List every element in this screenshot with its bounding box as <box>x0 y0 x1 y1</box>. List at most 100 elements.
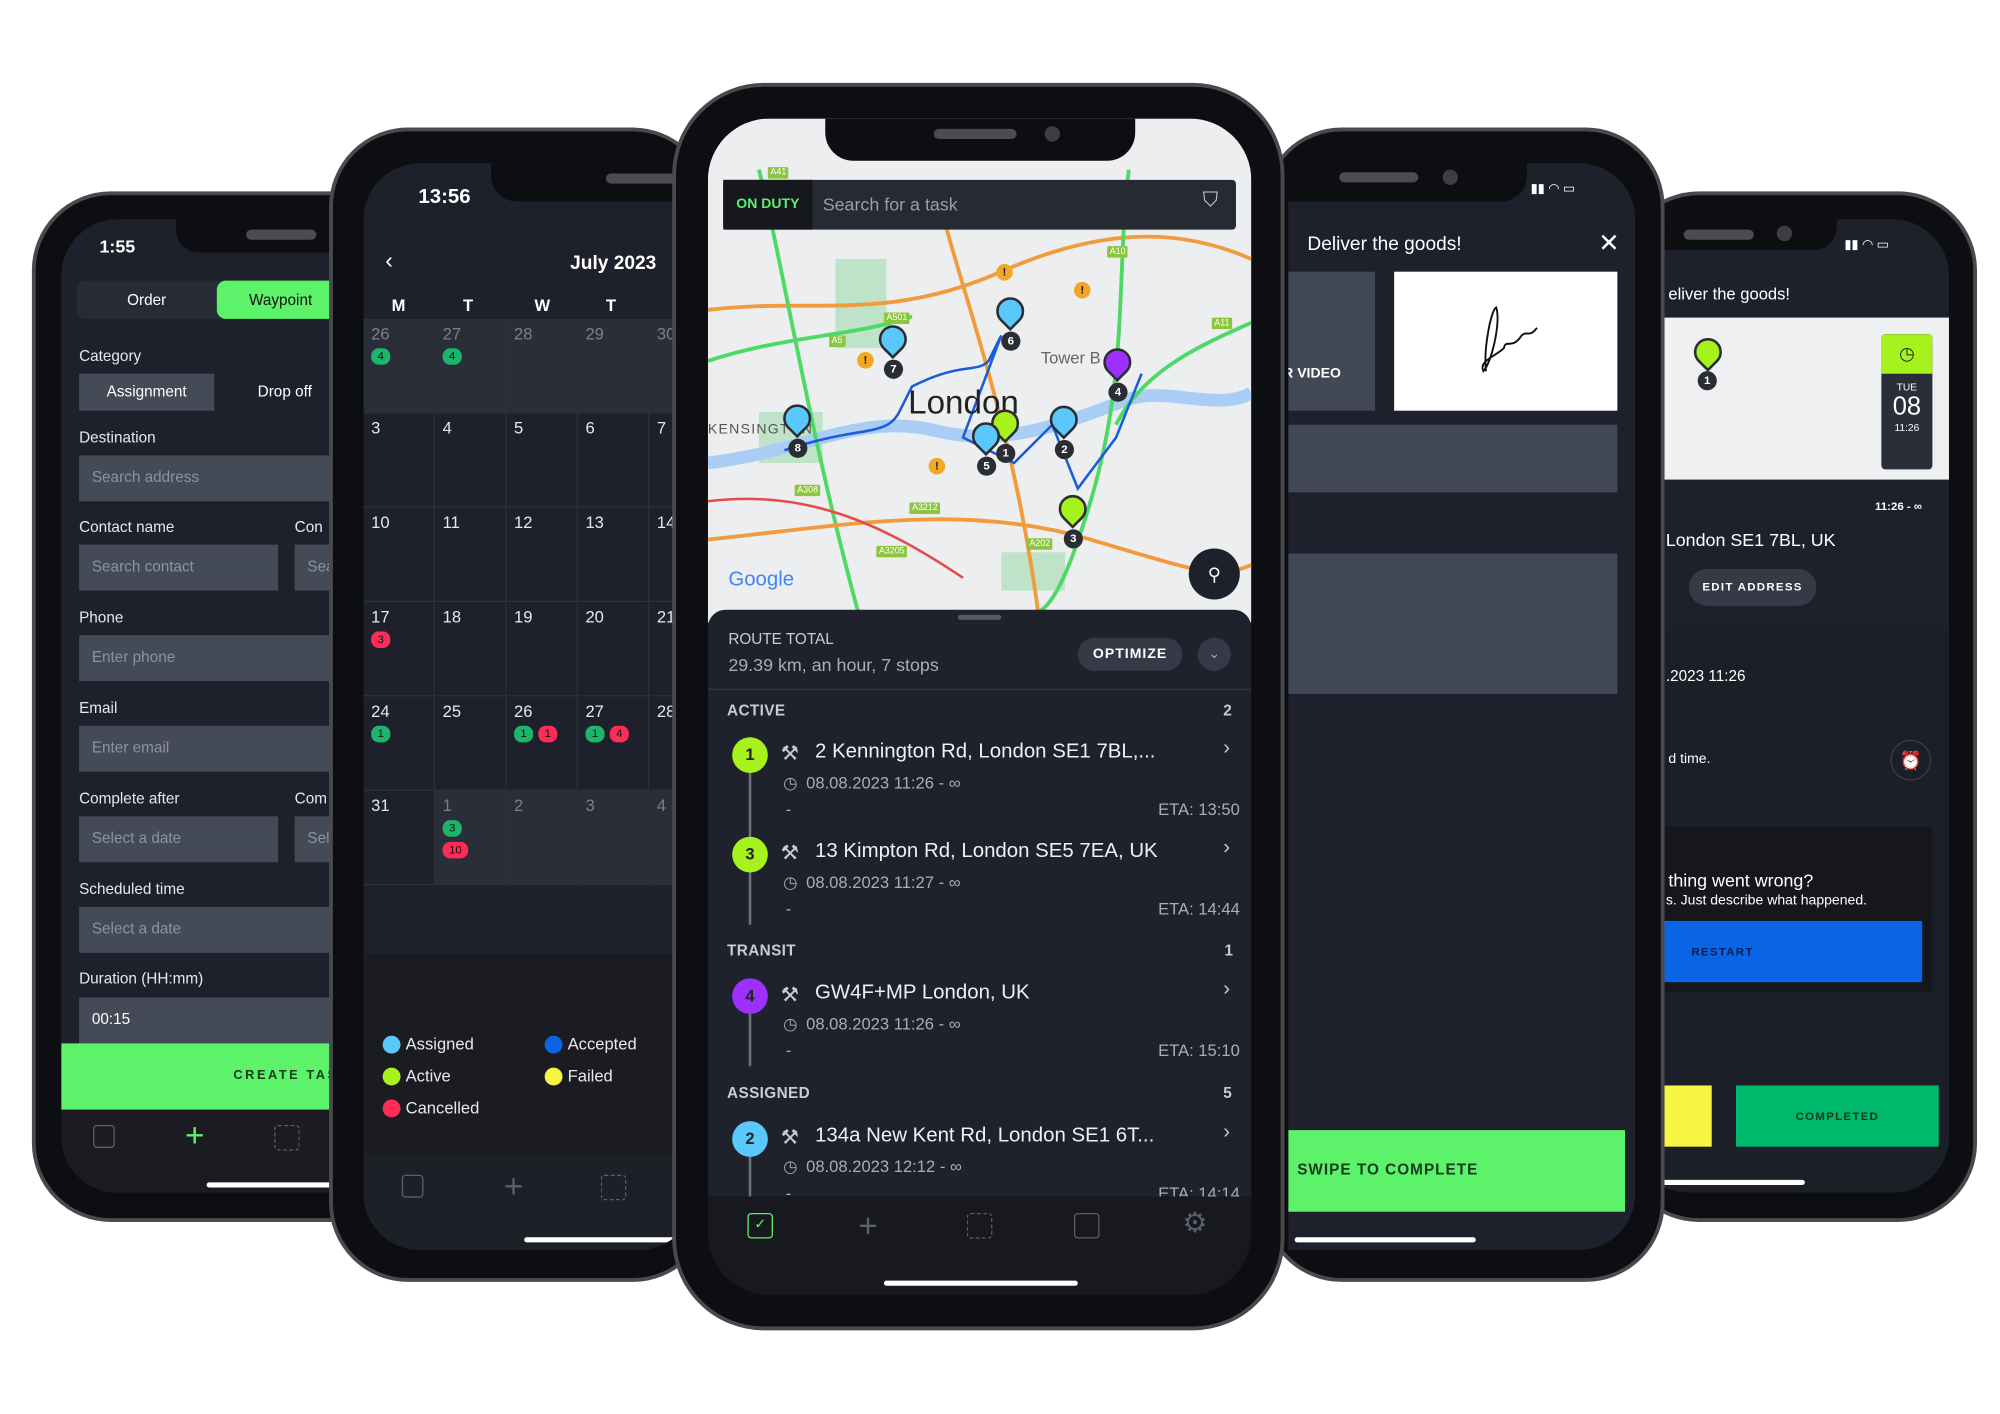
day-number: 27 <box>442 323 462 344</box>
calendar-day[interactable]: 3 <box>363 413 435 508</box>
day-number: 3 <box>371 418 381 438</box>
status-time: 13:56 <box>418 186 471 208</box>
tasks-tab-icon[interactable] <box>93 1124 115 1148</box>
month-title: July 2023 <box>570 252 657 275</box>
alarm-icon[interactable]: ⏰ <box>1890 739 1932 781</box>
sheet-handle[interactable] <box>957 614 1002 620</box>
calendar-day[interactable]: 5 <box>506 413 578 508</box>
chevron-right-icon[interactable]: › <box>1223 978 1230 1001</box>
calendar-day[interactable]: 26 4 <box>363 318 435 414</box>
settings-tab-icon[interactable]: ⚙ <box>1182 1207 1207 1240</box>
calendar-day[interactable]: 13 <box>577 507 650 603</box>
add-tab-icon[interactable]: + <box>185 1119 204 1152</box>
legend-label: Cancelled <box>405 1098 480 1118</box>
tab-order[interactable]: Order <box>77 281 217 319</box>
problem-subtitle: s. Just describe what happened. <box>1665 892 1868 909</box>
calendar-day[interactable]: 18 <box>434 602 507 697</box>
complete-screen: ▮▮ ◠ ▭ Deliver the goods! ✕ R VIDEO SWIP… <box>1288 163 1636 1250</box>
calendar-day[interactable]: 28 <box>506 318 578 414</box>
incident-icon: ! <box>928 457 946 475</box>
legend-dot <box>382 1067 401 1086</box>
stop-eta: ETA: 14:44 <box>1158 899 1240 919</box>
day-number: 6 <box>585 418 595 438</box>
calendar-day[interactable]: 31 <box>363 790 435 886</box>
calendar-day[interactable]: 20 <box>577 602 650 697</box>
optimize-button[interactable]: OPTIMIZE <box>1077 637 1183 671</box>
route-view-button[interactable]: ⚲ <box>1188 548 1240 600</box>
close-icon[interactable]: ✕ <box>1598 227 1619 259</box>
expand-chevron-icon[interactable]: ⌄ <box>1197 637 1231 671</box>
road-label: A10 <box>1107 246 1129 258</box>
calendar-day[interactable]: 24 1 <box>363 696 435 791</box>
day-number: 4 <box>442 418 452 438</box>
day-number: 26 <box>371 323 390 344</box>
chevron-right-icon[interactable]: › <box>1223 1121 1230 1144</box>
calendar-day[interactable]: 12 <box>506 507 578 603</box>
day-number: 20 <box>585 607 604 627</box>
problem-title: thing went wrong? <box>1668 869 1814 891</box>
stop-time: 08.08.2023 11:26 - ∞ <box>806 772 961 793</box>
signature-box[interactable] <box>1394 271 1618 411</box>
clock-icon: ◷ <box>783 872 798 892</box>
scan-tab-icon[interactable] <box>966 1213 993 1239</box>
video-tile[interactable] <box>1288 271 1375 411</box>
tasks-tab-icon[interactable]: ✓ <box>747 1213 773 1239</box>
calendar-day[interactable]: 27 1 4 <box>577 696 650 791</box>
description-field[interactable] <box>1288 553 1618 694</box>
stop-number: 1 <box>732 737 768 773</box>
task-count-badge: 4 <box>442 348 462 365</box>
scan-tab-icon[interactable] <box>600 1174 627 1201</box>
road-label: A308 <box>794 484 821 497</box>
chevron-right-icon[interactable]: › <box>1223 837 1230 860</box>
calendar-day[interactable]: 4 <box>434 413 507 508</box>
calendar-day[interactable]: 29 <box>577 318 650 414</box>
date-day: 08 <box>1892 392 1922 421</box>
scan-tab-icon[interactable] <box>274 1124 300 1151</box>
tab-waypoint[interactable]: Waypoint <box>216 280 345 319</box>
category-assignment[interactable]: Assignment <box>79 373 215 411</box>
day-number: 29 <box>585 323 604 344</box>
category-drop-off[interactable]: Drop off <box>258 374 312 411</box>
day-number: 17 <box>371 607 390 627</box>
legend-label: Active <box>405 1066 451 1086</box>
status-time: 1:55 <box>99 235 136 257</box>
search-input[interactable]: Search for a task <box>823 194 958 214</box>
calendar-day[interactable]: 25 <box>434 696 507 791</box>
route-summary: 29.39 km, an hour, 7 stops <box>728 654 939 675</box>
stop-number: 4 <box>732 978 768 1015</box>
legend-panel <box>363 954 696 1155</box>
legend-dot <box>544 1035 563 1054</box>
calendar-day[interactable]: 11 <box>434 507 507 603</box>
calendar-day[interactable]: 1 3 10 <box>434 790 507 886</box>
contact-name-label: Contact name <box>79 517 175 536</box>
date-time: 11:26 <box>1894 422 1920 434</box>
day-number: 27 <box>585 701 604 721</box>
calendar-day[interactable]: 2 <box>506 790 578 886</box>
destination-label: Destination <box>79 428 156 447</box>
complete-after-label: Complete after <box>79 789 180 808</box>
contact-name-input[interactable]: Search contact <box>79 544 279 591</box>
filter-icon[interactable]: ⛉ <box>1203 190 1218 213</box>
add-tab-icon[interactable]: + <box>504 1170 523 1203</box>
calendar-day[interactable]: 19 <box>506 602 578 697</box>
calendar-day[interactable]: 17 3 <box>363 602 435 697</box>
notes-field[interactable] <box>1288 424 1618 493</box>
add-tab-icon[interactable]: + <box>858 1209 877 1242</box>
email-label: Email <box>79 698 118 717</box>
calendar-day[interactable]: 27 4 <box>434 318 507 414</box>
on-duty-toggle[interactable]: ON DUTY <box>723 179 813 230</box>
complete-after-input[interactable]: Select a date <box>79 816 279 863</box>
calendar-day[interactable]: 26 1 1 <box>506 696 578 791</box>
day-number: 13 <box>585 512 604 532</box>
tasks-tab-icon[interactable] <box>401 1174 424 1198</box>
calendar-day[interactable]: 6 <box>577 413 650 508</box>
incident-icon: ! <box>857 352 874 369</box>
home-indicator <box>206 1182 347 1188</box>
edit-address-button[interactable]: EDIT ADDRESS <box>1688 568 1817 606</box>
calendar-tab-icon[interactable] <box>1073 1213 1100 1239</box>
calendar-day[interactable]: 10 <box>363 507 435 603</box>
restart-button[interactable] <box>1632 920 1923 983</box>
chevron-right-icon[interactable]: › <box>1223 737 1230 760</box>
calendar-day[interactable]: 3 <box>577 790 650 886</box>
back-chevron-icon[interactable]: ‹ <box>385 247 393 274</box>
